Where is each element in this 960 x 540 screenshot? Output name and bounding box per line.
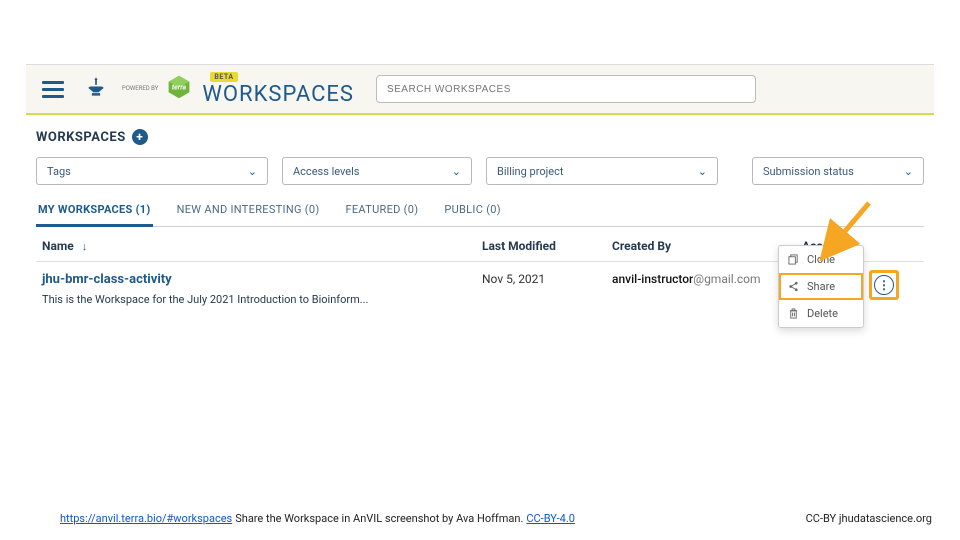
share-icon — [787, 281, 799, 293]
page-title: WORKSPACES — [202, 82, 354, 107]
section-heading: WORKSPACES + — [36, 129, 924, 145]
menu-delete-label: Delete — [807, 307, 838, 320]
footer-url-link[interactable]: https://anvil.terra.bio/#workspaces — [60, 512, 232, 525]
tabs: MY WORKSPACES (1) NEW AND INTERESTING (0… — [36, 197, 924, 227]
powered-by-label: POWERED BY — [122, 86, 158, 92]
workspace-created-by: anvil-instructor@gmail.com — [612, 272, 802, 286]
chevron-down-icon: ⌄ — [248, 165, 257, 178]
search-input[interactable] — [376, 75, 756, 103]
workspace-name[interactable]: jhu-bmr-class-activity — [42, 272, 482, 287]
terra-logo: terra — [166, 74, 192, 104]
filter-submission[interactable]: Submission status ⌄ — [752, 157, 924, 185]
chevron-down-icon: ⌄ — [698, 165, 707, 178]
menu-icon[interactable] — [36, 71, 70, 108]
filter-access-label: Access levels — [293, 165, 360, 178]
filter-submission-label: Submission status — [763, 165, 854, 178]
trash-icon — [787, 308, 799, 320]
chevron-down-icon: ⌄ — [452, 165, 461, 178]
chevron-down-icon: ⌄ — [904, 165, 913, 178]
filter-billing-label: Billing project — [497, 165, 563, 178]
beta-badge: BETA — [210, 72, 237, 82]
filter-row: Tags ⌄ Access levels ⌄ Billing project ⌄… — [36, 157, 924, 185]
tab-featured[interactable]: FEATURED (0) — [343, 197, 420, 226]
filter-access[interactable]: Access levels ⌄ — [282, 157, 472, 185]
svg-text:terra: terra — [172, 84, 187, 92]
footer-attribution: CC-BY jhudatascience.org — [806, 512, 932, 525]
filter-billing[interactable]: Billing project ⌄ — [486, 157, 718, 185]
topbar: POWERED BY terra BETA WORKSPACES — [26, 65, 934, 115]
clone-icon — [787, 254, 799, 266]
footer-license-link[interactable]: CC-BY-4.0 — [526, 512, 575, 525]
menu-share[interactable]: Share — [779, 273, 863, 300]
col-created-by[interactable]: Created By — [612, 239, 802, 253]
col-name[interactable]: Name — [42, 239, 74, 253]
tab-my-workspaces[interactable]: MY WORKSPACES (1) — [36, 197, 153, 227]
workspace-description: This is the Workspace for the July 2021 … — [42, 293, 482, 306]
sort-arrow-icon[interactable]: ↓ — [82, 240, 88, 253]
footer-caption: Share the Workspace in AnVIL screenshot … — [235, 512, 523, 525]
highlight-box — [869, 270, 899, 300]
plus-icon[interactable]: + — [132, 129, 148, 145]
menu-share-label: Share — [807, 280, 835, 293]
arrow-annotation — [814, 195, 884, 265]
menu-delete[interactable]: Delete — [779, 300, 863, 327]
app-window: POWERED BY terra BETA WORKSPACES WORKSPA… — [26, 64, 934, 540]
section-title-text: WORKSPACES — [36, 130, 126, 145]
filter-tags[interactable]: Tags ⌄ — [36, 157, 268, 185]
workspace-modified: Nov 5, 2021 — [482, 272, 612, 286]
tab-new-interesting[interactable]: NEW AND INTERESTING (0) — [175, 197, 322, 226]
col-modified[interactable]: Last Modified — [482, 239, 612, 253]
slide-footer: https://anvil.terra.bio/#workspaces Shar… — [0, 496, 960, 540]
filter-tags-label: Tags — [47, 165, 71, 178]
anvil-logo — [82, 72, 110, 106]
tab-public[interactable]: PUBLIC (0) — [442, 197, 503, 226]
